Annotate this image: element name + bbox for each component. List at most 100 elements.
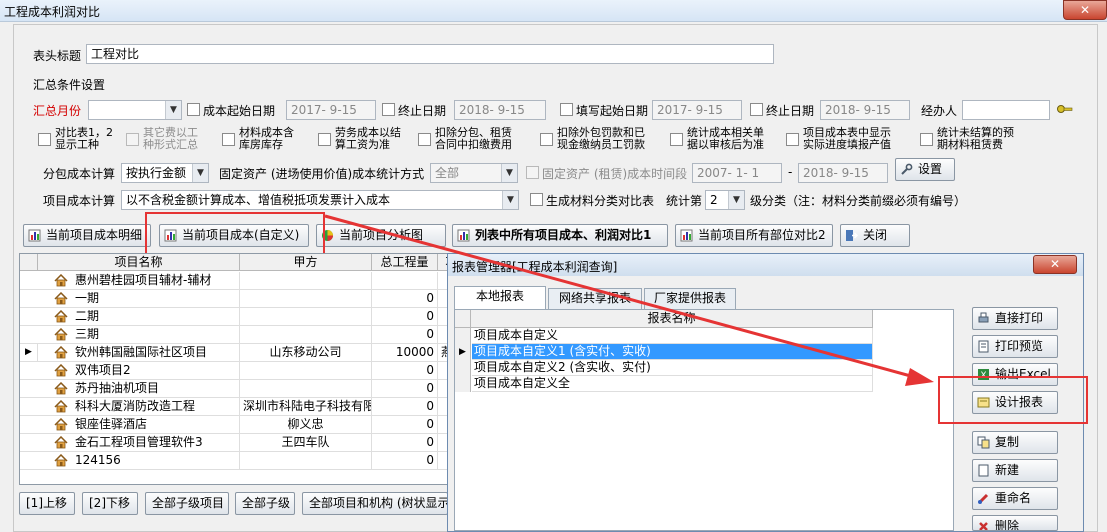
table-row[interactable]: 双伟项目2 0 xyxy=(20,362,448,380)
table-row[interactable]: 科科大厦消防改造工程 深圳市科陆电子科技有限 0 xyxy=(20,398,448,416)
tab-vendor-reports[interactable]: 厂家提供报表 xyxy=(644,288,736,309)
cell-party xyxy=(240,380,372,398)
cell-project-name: 124156 xyxy=(72,452,240,470)
preview-icon xyxy=(978,340,989,353)
summary-month-select[interactable]: ▼ xyxy=(88,100,182,120)
all-projects-tree-button[interactable]: 全部项目和机构 (树状显示 xyxy=(302,492,448,515)
rename-button[interactable]: 重命名 xyxy=(972,487,1058,510)
rent-separator: - xyxy=(788,165,793,179)
rent-period-checkbox[interactable] xyxy=(526,166,539,179)
gen-material-checkbox[interactable] xyxy=(530,193,543,206)
fill-end-label: 终止日期 xyxy=(766,104,815,118)
table-row[interactable]: 三期 0 xyxy=(20,326,448,344)
cell-project-name: 惠州碧桂园项目辅材-辅材 xyxy=(72,272,240,290)
cost-start-checkbox[interactable] xyxy=(187,103,200,116)
window-close-button[interactable]: ✕ xyxy=(1063,0,1107,20)
move-down-button[interactable]: [2]下移 xyxy=(82,492,138,515)
col-header-qty[interactable]: 总工程量 xyxy=(372,254,438,271)
report-list-item[interactable]: 项目成本自定义2 (含实收、实付) xyxy=(472,360,873,376)
option-checkbox[interactable] xyxy=(318,133,331,146)
fill-end-date[interactable]: 2018- 9-15 xyxy=(820,100,910,120)
cell-project-name: 三期 xyxy=(72,326,240,344)
option-checkbox[interactable] xyxy=(920,133,933,146)
house-icon xyxy=(54,292,68,305)
copy-button[interactable]: 复制 xyxy=(972,431,1058,454)
project-cost-select[interactable]: 以不含税金额计算成本、增值税抵项发票计入成本 ▼ xyxy=(121,190,519,210)
all-projects-compare-button[interactable]: 列表中所有项目成本、利润对比1 xyxy=(452,224,668,247)
key-icon[interactable] xyxy=(1057,103,1073,115)
fill-end-checkbox[interactable] xyxy=(750,103,763,116)
report-list-item[interactable]: 项目成本自定义1 (含实付、实收) xyxy=(472,344,873,360)
option-label: 据以审核后为准 xyxy=(687,138,764,151)
current-project-detail-button[interactable]: 当前项目成本明细 xyxy=(23,224,151,247)
new-button[interactable]: 新建 xyxy=(972,459,1058,482)
delete-button[interactable]: 删除 xyxy=(972,515,1058,531)
fill-start-date[interactable]: 2017- 9-15 xyxy=(652,100,742,120)
report-list-item[interactable]: 项目成本自定义 xyxy=(472,328,873,344)
table-row[interactable]: ▶钦州韩国融国际社区项目山东移动公司10000燕 xyxy=(20,344,448,362)
table-row[interactable]: 苏丹抽油机项目 0 xyxy=(20,380,448,398)
house-icon xyxy=(54,400,68,413)
report-list-panel: 报表名称 项目成本自定义 ▶ 项目成本自定义1 (含实付、实收) 项目成本自定义2 (… xyxy=(454,309,954,531)
new-file-icon xyxy=(978,464,989,477)
option-checkbox[interactable] xyxy=(38,133,51,146)
settings-button[interactable]: 设置 xyxy=(895,158,955,181)
dialog-close-button[interactable]: ✕ xyxy=(1033,255,1077,274)
tab-local-reports[interactable]: 本地报表 xyxy=(454,286,546,310)
close-button[interactable]: 关闭 xyxy=(840,224,910,247)
cell-party xyxy=(240,362,372,380)
col-header-name[interactable]: 项目名称 xyxy=(38,254,240,271)
rent-period-label: 固定资产 (租赁)成本时间段 xyxy=(542,167,688,181)
option-checkbox[interactable] xyxy=(786,133,799,146)
cost-start-date[interactable]: 2017- 9-15 xyxy=(286,100,376,120)
col-header-party[interactable]: 甲方 xyxy=(240,254,372,271)
option-checkbox[interactable] xyxy=(222,133,235,146)
option-checkbox[interactable] xyxy=(418,133,431,146)
print-preview-button[interactable]: 打印预览 xyxy=(972,335,1058,358)
cost-end-checkbox[interactable] xyxy=(382,103,395,116)
all-sub-projects-button[interactable]: 全部子级项目 xyxy=(145,492,229,515)
table-row[interactable]: 二期 0 xyxy=(20,308,448,326)
chart-icon xyxy=(680,229,693,242)
cost-end-date[interactable]: 2018- 9-15 xyxy=(454,100,546,120)
handler-input[interactable] xyxy=(962,100,1050,120)
rent-start-date[interactable]: 2007- 1- 1 xyxy=(692,163,782,183)
rent-end-date[interactable]: 2018- 9-15 xyxy=(798,163,888,183)
cell-qty xyxy=(372,272,438,290)
chevron-down-icon: ▼ xyxy=(192,164,208,182)
report-list-item[interactable]: 项目成本自定义全 xyxy=(472,376,873,392)
table-row[interactable]: 124156 0 xyxy=(20,452,448,470)
chart-icon xyxy=(457,229,470,242)
exit-icon xyxy=(846,230,858,241)
rename-icon xyxy=(977,493,989,505)
option-label: 统计成本相关单 xyxy=(687,126,764,139)
all-sub-level-button[interactable]: 全部子级 xyxy=(235,492,295,515)
level-note: 级分类（注：材料分类前缀必须有编号） xyxy=(750,194,967,208)
sub-cost-select[interactable]: 按执行金额 ▼ xyxy=(121,163,209,183)
option-checkbox[interactable] xyxy=(540,133,553,146)
option-label: 材料成本含 xyxy=(239,126,294,139)
tab-network-reports[interactable]: 网络共享报表 xyxy=(548,288,642,309)
current-project-analysis-button[interactable]: 当前项目分析图 xyxy=(316,224,446,247)
all-parts-compare-button[interactable]: 当前项目所有部位对比2 xyxy=(675,224,833,247)
cost-start-label: 成本起始日期 xyxy=(203,104,276,118)
table-row[interactable]: 金石工程项目管理软件3 王四车队 0 xyxy=(20,434,448,452)
move-up-button[interactable]: [1]上移 xyxy=(19,492,75,515)
option-checkbox[interactable] xyxy=(126,133,139,146)
stat-level-select[interactable]: 2 ▼ xyxy=(705,190,745,210)
cell-qty: 0 xyxy=(372,434,438,452)
print-button[interactable]: 直接打印 xyxy=(972,307,1058,330)
header-title-input[interactable]: 工程对比 xyxy=(86,44,774,64)
annotation-highlight-design xyxy=(938,376,1088,424)
asset-method-select[interactable]: 全部 ▼ xyxy=(430,163,518,183)
option-label: 项目成本表中显示 xyxy=(803,126,891,139)
table-row[interactable]: 一期 0 xyxy=(20,290,448,308)
list-header-report-name[interactable]: 报表名称 xyxy=(471,310,873,328)
option-label: 算工资为准 xyxy=(335,138,390,151)
fill-start-checkbox[interactable] xyxy=(560,103,573,116)
table-row[interactable]: 惠州碧桂园项目辅材-辅材 xyxy=(20,272,448,290)
table-row[interactable]: 银座佳驿酒店 柳义忠 0 xyxy=(20,416,448,434)
printer-icon xyxy=(978,312,989,323)
option-checkbox[interactable] xyxy=(670,133,683,146)
chart-icon xyxy=(28,229,41,242)
